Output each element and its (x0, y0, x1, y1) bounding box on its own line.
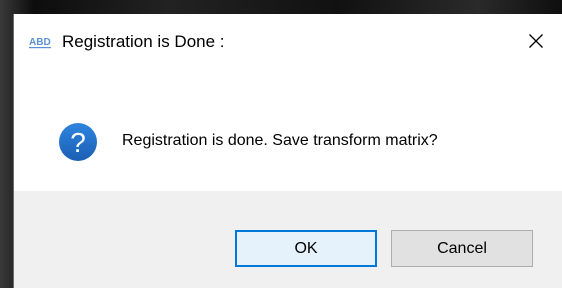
close-icon (529, 34, 543, 48)
window-title: Registration is Done : (62, 32, 225, 51)
ok-button[interactable]: OK (235, 230, 377, 267)
dialog-message: Registration is done. Save transform mat… (122, 132, 438, 149)
abd-app-logo-icon: ABD (29, 37, 51, 49)
message-dialog: ABD Registration is Done : ? Registratio… (13, 14, 562, 288)
dialog-content: ? Registration is done. Save transform m… (14, 76, 562, 191)
svg-text:ABD: ABD (29, 37, 51, 48)
button-bar: OK Cancel (14, 191, 562, 288)
close-button[interactable] (516, 24, 556, 58)
question-icon: ? (59, 123, 97, 161)
question-glyph: ? (70, 127, 86, 158)
title-bar[interactable]: ABD Registration is Done : (14, 14, 562, 76)
cancel-button[interactable]: Cancel (391, 230, 533, 267)
